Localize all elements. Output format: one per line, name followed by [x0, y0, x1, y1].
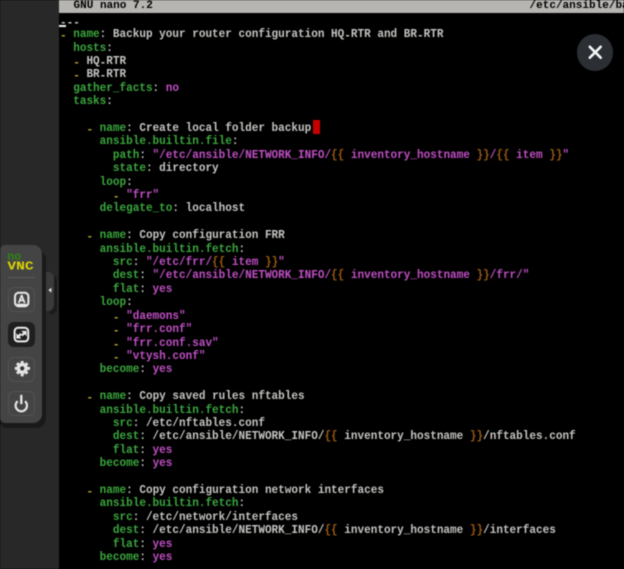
svg-text:VNC: VNC [7, 259, 33, 273]
